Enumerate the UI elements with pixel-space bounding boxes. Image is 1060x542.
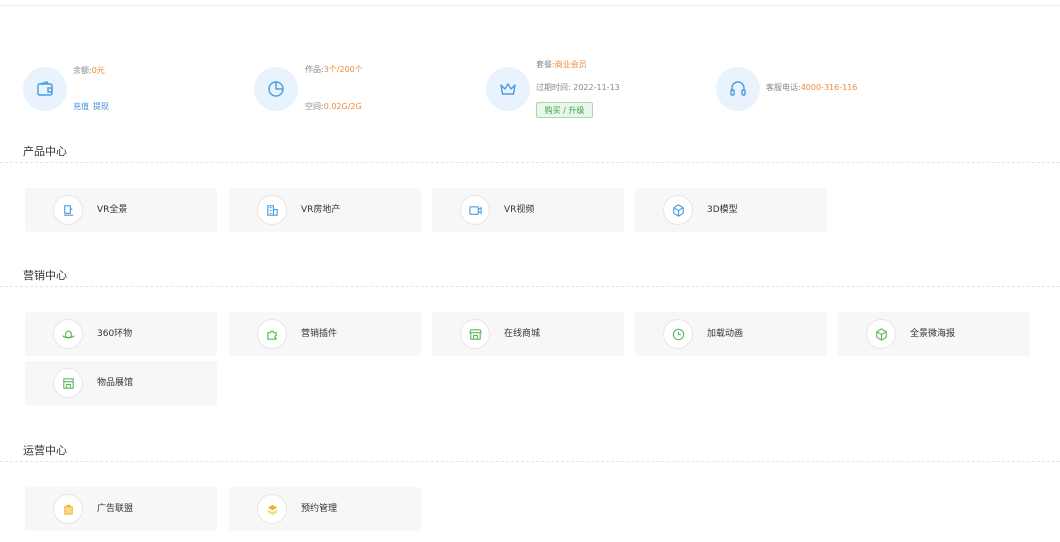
tile-online-store[interactable]: 在线商城 <box>432 312 624 356</box>
rotate-object-icon <box>53 319 83 349</box>
section-title-marketing: 营销中心 <box>23 269 67 282</box>
works-text: 作品:3个/200个 <box>305 65 363 74</box>
section-divider <box>0 286 1060 287</box>
tile-3d-model[interactable]: 3D模型 <box>635 188 827 232</box>
tile-label: 加载动画 <box>707 329 744 339</box>
tile-label: 全景微海报 <box>910 329 956 339</box>
tile-label: 360环物 <box>97 329 133 339</box>
tile-label: 在线商城 <box>504 329 541 339</box>
withdraw-link[interactable]: 提现 <box>93 102 109 111</box>
section-divider <box>0 162 1060 163</box>
buy-upgrade-button[interactable]: 购买 / 升级 <box>536 102 593 118</box>
service-text: 客服电话:4000-316-116 <box>766 83 858 92</box>
exhibition-icon <box>53 368 83 398</box>
package-text: 套餐:商业会员 <box>536 60 587 69</box>
tile-exhibition-hall[interactable]: 物品展馆 <box>25 361 217 405</box>
tile-label: VR全景 <box>97 205 128 215</box>
pie-chart-icon <box>254 67 298 111</box>
tile-vr-video[interactable]: VR视频 <box>432 188 624 232</box>
top-divider <box>0 5 1060 6</box>
tile-label: 物品展馆 <box>97 378 134 388</box>
tile-label: 3D模型 <box>707 205 738 215</box>
building-icon <box>257 195 287 225</box>
puzzle-icon <box>257 319 287 349</box>
balance-links: 充值 提现 <box>73 101 113 112</box>
section-title-product: 产品中心 <box>23 145 67 158</box>
service-phone: 4000-316-116 <box>800 83 858 92</box>
cube-icon <box>663 195 693 225</box>
vr-panorama-icon <box>53 195 83 225</box>
recharge-link[interactable]: 充值 <box>73 102 89 111</box>
space-text: 空间:0.02G/2G <box>305 102 362 111</box>
works-value: 3个/200个 <box>323 65 363 74</box>
section-divider <box>0 461 1060 462</box>
wallet-icon <box>23 67 67 111</box>
tile-360-object[interactable]: 360环物 <box>25 312 217 356</box>
video-icon <box>460 195 490 225</box>
expire-text: 过期时间: 2022-11-13 <box>536 83 620 92</box>
tile-ad-alliance[interactable]: 广告联盟 <box>25 487 217 531</box>
tile-label: 预约管理 <box>301 504 338 514</box>
expire-value: 2022-11-13 <box>573 83 620 92</box>
tile-panorama-poster[interactable]: 全景微海报 <box>838 312 1030 356</box>
space-value: 0.02G/2G <box>323 102 362 111</box>
tile-marketing-plugin[interactable]: 营销插件 <box>229 312 421 356</box>
tile-label: VR视频 <box>504 205 535 215</box>
section-title-operation: 运营中心 <box>23 444 67 457</box>
clock-icon <box>663 319 693 349</box>
booking-icon <box>257 494 287 524</box>
balance-value: 0元 <box>91 66 105 75</box>
tile-label: 广告联盟 <box>97 504 134 514</box>
box-icon <box>866 319 896 349</box>
balance-text: 余额:0元 <box>73 66 105 75</box>
tile-booking-management[interactable]: 预约管理 <box>229 487 421 531</box>
tile-loading-animation[interactable]: 加载动画 <box>635 312 827 356</box>
headset-icon <box>716 67 760 111</box>
ad-alliance-icon <box>53 494 83 524</box>
tile-label: VR房地产 <box>301 205 341 215</box>
tile-label: 营销插件 <box>301 329 338 339</box>
tile-vr-panorama[interactable]: VR全景 <box>25 188 217 232</box>
store-icon <box>460 319 490 349</box>
crown-icon <box>486 67 530 111</box>
tile-vr-real-estate[interactable]: VR房地产 <box>229 188 421 232</box>
package-value: 商业会员 <box>554 60 587 69</box>
